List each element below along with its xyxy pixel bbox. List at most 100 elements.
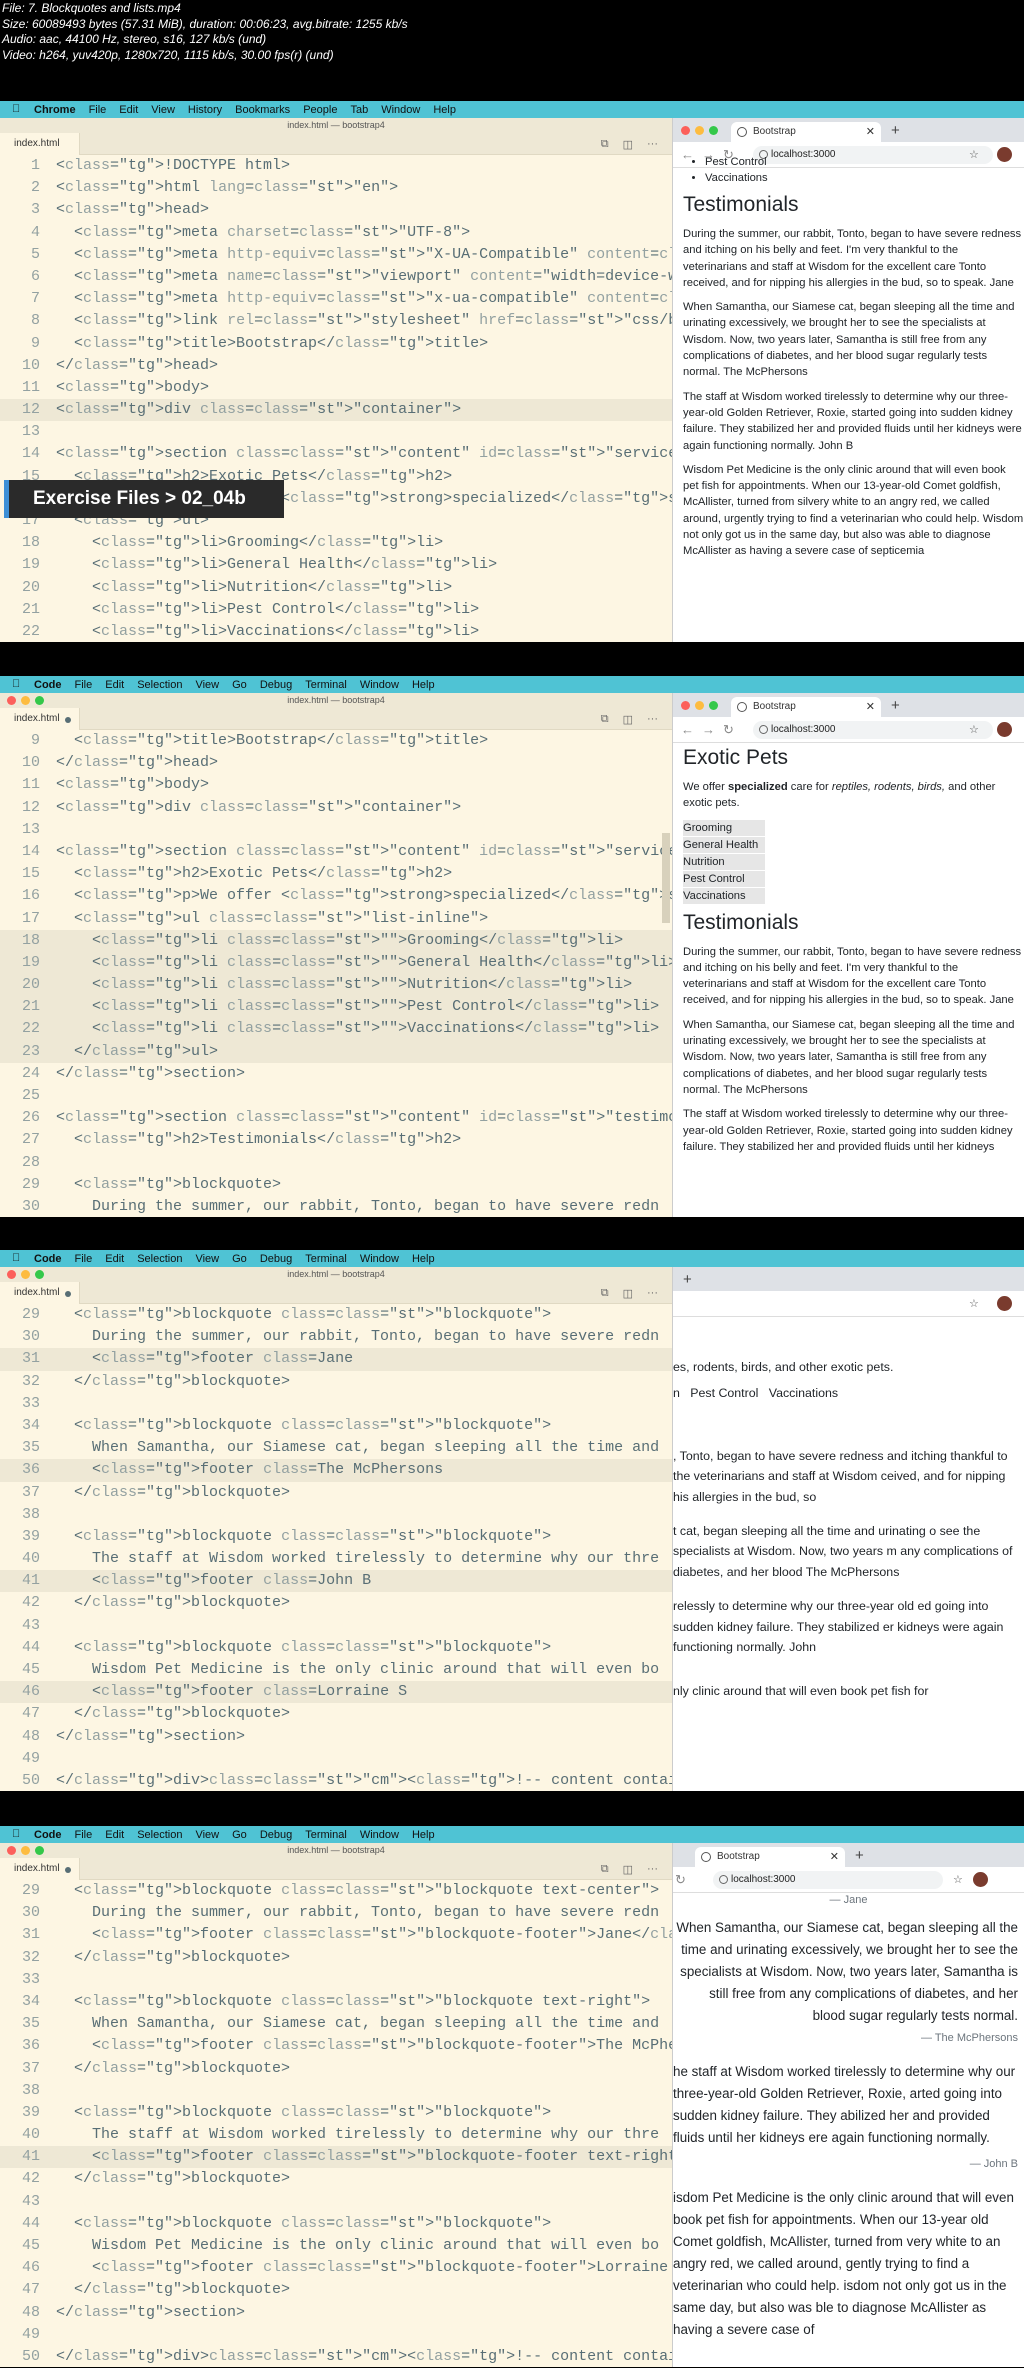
code-line[interactable]: 21 <class="tg">li class=class="st">"">Pe… <box>0 996 672 1019</box>
menu-item[interactable]: File <box>75 679 93 691</box>
code-area[interactable]: 29 <class="tg">blockquote class=class="s… <box>0 1880 672 2367</box>
code-line[interactable]: 48 </class="tg">section> <box>0 2302 672 2324</box>
code-line[interactable]: 17 <class="tg">ul class=class="st">"list… <box>0 908 672 930</box>
code-line[interactable]: 24 </class="tg">section> <box>0 1063 672 1085</box>
menu-item[interactable]: Window <box>360 679 399 691</box>
zoom-light-icon[interactable] <box>35 1270 44 1279</box>
split-icon[interactable]: ⧉ <box>601 713 609 726</box>
new-tab-icon[interactable]: + <box>891 697 900 714</box>
code-line[interactable]: 2 <class="tg">html lang=class="st">"en"> <box>0 177 672 199</box>
split-icon[interactable]: ⧉ <box>601 1863 609 1876</box>
code-line[interactable]: 44 <class="tg">blockquote class=class="s… <box>0 2213 672 2235</box>
code-line[interactable]: 32 </class="tg">blockquote> <box>0 1371 672 1393</box>
more-icon[interactable]: ··· <box>647 1863 658 1876</box>
code-line[interactable]: 37 </class="tg">blockquote> <box>0 1482 672 1504</box>
code-line[interactable]: 26 <class="tg">section class=class="st">"… <box>0 1107 672 1129</box>
menu-item[interactable]: Help <box>412 1829 435 1841</box>
code-line[interactable]: 20 <class="tg">li>Nutrition</class="tg">… <box>0 577 672 599</box>
code-line[interactable]: 22 <class="tg">li class=class="st">"">Va… <box>0 1018 672 1041</box>
code-line[interactable]: 29 <class="tg">blockquote class=class="s… <box>0 1304 672 1326</box>
more-icon[interactable]: ··· <box>647 138 658 151</box>
code-line[interactable]: 33 <box>0 1969 672 1991</box>
code-line[interactable]: 32 </class="tg">blockquote> <box>0 1947 672 1969</box>
url-field[interactable]: localhost:3000 <box>753 721 993 739</box>
code-line[interactable]: 50 </class="tg">div>class=class="st">"cm"… <box>0 1770 672 1791</box>
menu-item[interactable]: Debug <box>260 1253 292 1265</box>
code-line[interactable]: 18 <class="tg">li class=class="st">"">Gr… <box>0 929 672 952</box>
code-line[interactable]: 29 <class="tg">blockquote> <box>0 1174 672 1196</box>
menu-item[interactable]: Window <box>360 1829 399 1841</box>
menu-item[interactable]: Terminal <box>305 1253 347 1265</box>
zoom-light-icon[interactable] <box>35 696 44 705</box>
code-line[interactable]: 43 <box>0 2191 672 2213</box>
more-icon[interactable]: ··· <box>647 1287 658 1300</box>
code-line[interactable]: 5 <class="tg">meta http-equiv=class="st"… <box>0 244 672 266</box>
code-line[interactable]: 47 </class="tg">blockquote> <box>0 2279 672 2301</box>
menu-app[interactable]: Chrome <box>34 104 76 116</box>
code-line[interactable]: 13 <box>0 421 672 443</box>
url-field[interactable]: localhost:3000 <box>713 1871 943 1889</box>
menu-item[interactable]: View <box>195 1253 219 1265</box>
menu-item[interactable]: Help <box>412 1253 435 1265</box>
editor-tab[interactable]: index.html <box>0 1858 80 1880</box>
code-line[interactable]: 6 <class="tg">meta name=class="st">"view… <box>0 266 672 288</box>
scrollbar[interactable] <box>662 833 670 923</box>
code-line[interactable]: 28 <box>0 1152 672 1174</box>
code-line[interactable]: 21 <class="tg">li>Pest Control</class="t… <box>0 599 672 621</box>
code-line[interactable]: 14 <class="tg">section class=class="st">"… <box>0 443 672 465</box>
menu-item[interactable]: Go <box>232 1829 247 1841</box>
bookmark-star-icon[interactable]: ☆ <box>969 723 979 736</box>
code-line[interactable]: 35 When Samantha, our Siamese cat, began… <box>0 1437 672 1459</box>
menu-item[interactable]: Window <box>360 1253 399 1265</box>
code-line[interactable]: 46 <class="tg">footer class=class="st">"… <box>0 2257 672 2279</box>
code-line[interactable]: 23 </class="tg">ul> <box>0 1040 672 1063</box>
close-light-icon[interactable] <box>681 126 690 135</box>
code-line[interactable]: 12 <class="tg">div class=class="st">"cont… <box>0 399 672 422</box>
code-line[interactable]: 16 <class="tg">p>We offer <class="tg">st… <box>0 885 672 907</box>
browser-tab[interactable]: Bootstrap ✕ <box>731 697 881 717</box>
code-line[interactable]: 1 <class="tg">!DOCTYPE html> <box>0 155 672 177</box>
code-line[interactable]: 43 <box>0 1615 672 1637</box>
code-line[interactable]: 39 <class="tg">blockquote class=class="s… <box>0 2102 672 2124</box>
code-line[interactable]: 12 <class="tg">div class=class="st">"cont… <box>0 797 672 819</box>
code-line[interactable]: 42 </class="tg">blockquote> <box>0 2168 672 2190</box>
menu-item[interactable]: Go <box>232 679 247 691</box>
code-line[interactable]: 34 <class="tg">blockquote class=class="s… <box>0 1991 672 2013</box>
code-line[interactable]: 50 </class="tg">div>class=class="st">"cm"… <box>0 2346 672 2367</box>
code-line[interactable]: 20 <class="tg">li class=class="st">"">Nu… <box>0 974 672 997</box>
code-line[interactable]: 31 <class="tg">footer class=class="st">"… <box>0 1924 672 1946</box>
menu-item[interactable]: Edit <box>105 679 124 691</box>
code-line[interactable]: 14 <class="tg">section class=class="st">"… <box>0 841 672 863</box>
menu-item[interactable]: Selection <box>137 1829 182 1841</box>
code-line[interactable]: 9 <class="tg">title>Bootstrap</class="tg… <box>0 730 672 752</box>
menu-item[interactable]: View <box>195 679 219 691</box>
code-line[interactable]: 35 When Samantha, our Siamese cat, began… <box>0 2013 672 2035</box>
new-tab-icon[interactable]: + <box>855 1847 864 1864</box>
code-line[interactable]: 10 </class="tg">head> <box>0 355 672 377</box>
code-line[interactable]: 36 <class="tg">footer class=The McPherso… <box>0 1459 672 1482</box>
code-line[interactable]: 30 During the summer, our rabbit, Tonto,… <box>0 1326 672 1348</box>
code-line[interactable]: 19 <class="tg">li>General Health</class=… <box>0 554 672 576</box>
code-line[interactable]: 3 <class="tg">head> <box>0 199 672 221</box>
menu-item[interactable]: Edit <box>105 1253 124 1265</box>
menu-item[interactable]: People <box>303 104 337 116</box>
menu-item[interactable]: Window <box>381 104 420 116</box>
menu-app[interactable]: Code <box>34 1829 62 1841</box>
code-line[interactable]: 11 <class="tg">body> <box>0 377 672 399</box>
close-tab-icon[interactable]: ✕ <box>866 697 875 717</box>
code-line[interactable]: 11 <class="tg">body> <box>0 774 672 796</box>
code-line[interactable]: 4 <class="tg">meta charset=class="st">"U… <box>0 222 672 244</box>
code-line[interactable]: 25 <box>0 1085 672 1107</box>
menu-app[interactable]: Code <box>34 1253 62 1265</box>
zoom-light-icon[interactable] <box>35 1846 44 1855</box>
code-line[interactable]: 8 <class="tg">link rel=class="st">"style… <box>0 310 672 332</box>
close-light-icon[interactable] <box>7 1846 16 1855</box>
code-line[interactable]: 30 During the summer, our rabbit, Tonto,… <box>0 1196 672 1217</box>
code-line[interactable]: 45 Wisdom Pet Medicine is the only clini… <box>0 2235 672 2257</box>
code-line[interactable]: 15 <class="tg">h2>Exotic Pets</class="tg… <box>0 863 672 885</box>
split-icon[interactable]: ⧉ <box>601 1287 609 1300</box>
menu-item[interactable]: Debug <box>260 679 292 691</box>
code-line[interactable]: 13 <box>0 819 672 841</box>
code-line[interactable]: 31 <class="tg">footer class=Jane <box>0 1348 672 1371</box>
nav-buttons-icon[interactable]: ↻ <box>675 1872 694 1888</box>
